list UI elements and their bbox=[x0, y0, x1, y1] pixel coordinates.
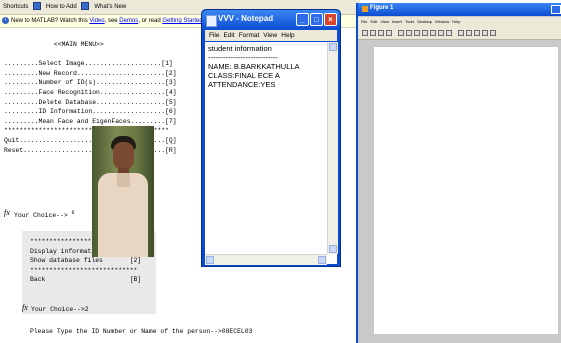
id-input-prompt[interactable]: Please Type the ID Number or Name of the… bbox=[30, 328, 252, 335]
notepad-title: VVV - Notepad bbox=[218, 14, 274, 23]
menu-file[interactable]: File bbox=[209, 32, 219, 39]
fig-menu-insert[interactable]: Insert bbox=[392, 19, 402, 24]
fx-icon[interactable]: fx bbox=[4, 208, 10, 217]
choice-value-1: 6 bbox=[71, 210, 75, 216]
notepad-text-area[interactable]: student information --------------------… bbox=[205, 42, 338, 265]
scroll-down-icon[interactable] bbox=[329, 245, 337, 253]
shortcut-icon bbox=[33, 2, 42, 11]
figure-menubar: File Edit View Insert Tools Desktop Window Help bbox=[358, 17, 561, 27]
print-icon[interactable] bbox=[386, 30, 392, 36]
minimize-icon[interactable]: _ bbox=[296, 13, 309, 26]
legend-icon[interactable] bbox=[474, 30, 480, 36]
getting-started-link[interactable]: Getting Started bbox=[162, 18, 202, 24]
close-icon[interactable]: × bbox=[324, 13, 337, 26]
figure-titlebar[interactable]: Figure 1 bbox=[358, 3, 561, 16]
info-mid2: , or read bbox=[138, 18, 163, 24]
notepad-icon bbox=[206, 15, 217, 27]
figure-window[interactable]: Figure 1 File Edit View Insert Tools Desktop W… bbox=[356, 3, 561, 343]
whats-new-link[interactable]: What's New bbox=[94, 4, 126, 10]
notepad-menubar: File Edit Format View Help bbox=[205, 30, 337, 41]
show-plot-tools-icon[interactable] bbox=[490, 30, 496, 36]
menu-edit[interactable]: Edit bbox=[223, 32, 234, 39]
person-photo bbox=[92, 126, 154, 257]
scroll-up-icon[interactable] bbox=[329, 43, 337, 51]
demos-link[interactable]: Demos bbox=[119, 18, 138, 24]
open-file-icon[interactable] bbox=[370, 30, 376, 36]
fig-menu-window[interactable]: Window bbox=[435, 19, 449, 24]
matlab-figure-icon bbox=[362, 6, 368, 12]
hide-plot-tools-icon[interactable] bbox=[482, 30, 488, 36]
info-mid1: , see bbox=[104, 18, 120, 24]
new-figure-icon[interactable] bbox=[362, 30, 368, 36]
window-button-icon[interactable] bbox=[551, 5, 561, 14]
shortcuts-label[interactable]: Shortcuts bbox=[3, 4, 28, 10]
link-icon[interactable] bbox=[458, 30, 464, 36]
fig-menu-view[interactable]: View bbox=[380, 19, 389, 24]
menu-help[interactable]: Help bbox=[281, 32, 294, 39]
fig-menu-help[interactable]: Help bbox=[452, 19, 460, 24]
data-cursor-icon[interactable] bbox=[438, 30, 444, 36]
fig-menu-file[interactable]: File bbox=[361, 19, 367, 24]
horizontal-scrollbar[interactable] bbox=[205, 254, 327, 265]
figure-toolbar bbox=[358, 27, 561, 40]
zoom-out-icon[interactable] bbox=[414, 30, 420, 36]
fig-menu-edit[interactable]: Edit bbox=[370, 19, 377, 24]
choice-prompt-label: Your Choice--> bbox=[14, 212, 72, 220]
pan-icon[interactable] bbox=[422, 30, 428, 36]
choice-prompt-2: Your Choice-->2 bbox=[31, 306, 89, 313]
notepad-window[interactable]: VVV - Notepad _ □ × File Edit Format View He… bbox=[201, 9, 341, 267]
colorbar-icon[interactable] bbox=[466, 30, 472, 36]
choice-prompt-1: Your Choice--> 6 bbox=[14, 210, 75, 219]
video-link[interactable]: Video bbox=[89, 18, 104, 24]
figure-canvas[interactable] bbox=[374, 47, 558, 334]
edit-plot-icon[interactable] bbox=[398, 30, 404, 36]
brush-icon[interactable] bbox=[446, 30, 452, 36]
save-icon[interactable] bbox=[378, 30, 384, 36]
how-to-add-link[interactable]: How to Add bbox=[46, 4, 77, 10]
info-icon: i bbox=[2, 16, 9, 24]
menu-format[interactable]: Format bbox=[239, 32, 260, 39]
menu-view[interactable]: View bbox=[263, 32, 277, 39]
info-prefix: New to MATLAB? Watch this bbox=[11, 18, 90, 24]
rotate-icon[interactable] bbox=[430, 30, 436, 36]
scroll-left-icon[interactable] bbox=[206, 256, 214, 264]
vertical-scrollbar[interactable] bbox=[327, 42, 338, 254]
maximize-icon[interactable]: □ bbox=[310, 13, 323, 26]
fig-menu-tools[interactable]: Tools bbox=[405, 19, 414, 24]
zoom-in-icon[interactable] bbox=[406, 30, 412, 36]
scroll-right-icon[interactable] bbox=[318, 256, 326, 264]
notepad-titlebar[interactable]: VVV - Notepad _ □ × bbox=[202, 10, 340, 30]
figure-title: Figure 1 bbox=[370, 5, 394, 11]
notepad-content: student information --------------------… bbox=[208, 44, 300, 89]
shortcut-icon bbox=[81, 2, 90, 11]
fx-icon-2[interactable]: fx bbox=[22, 303, 28, 312]
fig-menu-desktop[interactable]: Desktop bbox=[417, 19, 432, 24]
